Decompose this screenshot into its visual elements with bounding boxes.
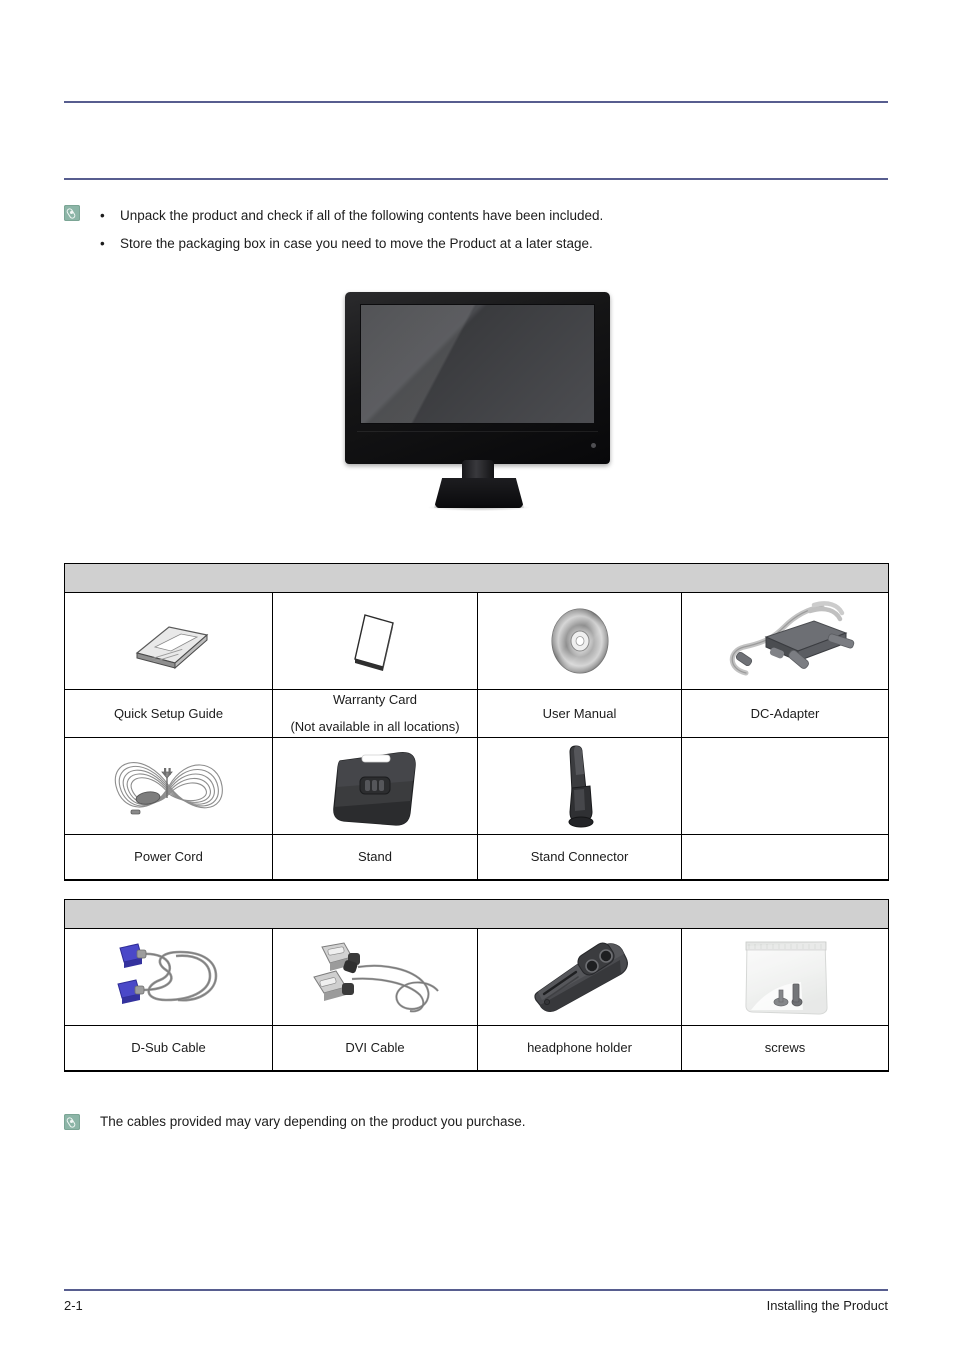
note-bullet-text: Store the packaging box in case you need…: [120, 236, 593, 251]
table-label-row: Quick Setup Guide Warranty Card (Not ava…: [64, 689, 889, 738]
monitor-chin-line: [357, 431, 598, 432]
table-row: [64, 928, 889, 1026]
label-text: D-Sub Cable: [131, 1040, 206, 1055]
monitor-screen: [360, 304, 595, 424]
label-quick-setup-guide: Quick Setup Guide: [64, 689, 273, 738]
label-text: Power Cord: [134, 849, 203, 864]
note-bullet-item: • Unpack the product and check if all of…: [100, 203, 888, 228]
cell-screws: [681, 928, 889, 1026]
label-empty: [681, 834, 889, 881]
header-rule-bottom: [64, 178, 888, 180]
cell-quick-setup-guide: [64, 592, 273, 690]
note-block-top: • Unpack the product and check if all of…: [64, 203, 888, 256]
header-rule-top: [64, 101, 888, 103]
cell-power-cord: [64, 737, 273, 835]
note-icon: [64, 1114, 80, 1130]
label-stand: Stand: [272, 834, 478, 881]
page-footer: 2-1 Installing the Product: [64, 1298, 888, 1313]
label-text: headphone holder: [527, 1040, 632, 1055]
table-header-bar: [64, 563, 889, 593]
table-label-row: D-Sub Cable DVI Cable headphone holder s…: [64, 1025, 889, 1072]
label-text: DC-Adapter: [750, 705, 820, 721]
power-cord-icon: [65, 738, 272, 834]
label-warranty-card: Warranty Card (Not available in all loca…: [272, 689, 478, 738]
stand-icon: [273, 738, 477, 834]
note-bullet-text: Unpack the product and check if all of t…: [120, 208, 604, 223]
cell-stand-connector: [477, 737, 682, 835]
table-header-row: [64, 563, 889, 593]
user-manual-cd-icon: [478, 593, 681, 689]
note-text: The cables provided may vary depending o…: [100, 1114, 526, 1129]
label-d-sub-cable: D-Sub Cable: [64, 1025, 273, 1072]
warranty-card-icon: [273, 593, 477, 689]
label-text: screws: [764, 1040, 806, 1055]
table-row: [64, 592, 889, 690]
bullet-mark: •: [100, 236, 105, 251]
cell-dc-adapter: [681, 592, 889, 690]
note-bullet-item: • Store the packaging box in case you ne…: [100, 231, 888, 256]
cell-warranty-card: [272, 592, 478, 690]
table-row: [64, 737, 889, 835]
quick-setup-guide-icon: [65, 593, 272, 689]
document-page: • Unpack the product and check if all of…: [0, 0, 954, 1350]
table-header-bar: [64, 899, 889, 929]
screws-bag-icon: [682, 929, 888, 1025]
monitor-bezel: [345, 292, 610, 464]
headphone-holder-icon: [478, 929, 681, 1025]
d-sub-cable-icon: [65, 929, 272, 1025]
cables-table: D-Sub Cable DVI Cable headphone holder s…: [64, 899, 889, 1072]
note-icon: [64, 205, 80, 221]
footer-rule: [64, 1289, 888, 1291]
footer-page-number: 2-1: [64, 1298, 83, 1313]
table-label-row: Power Cord Stand Stand Connector: [64, 834, 889, 881]
label-text: Warranty Card: [332, 692, 418, 707]
label-screws: screws: [681, 1025, 889, 1072]
dvi-cable-icon: [273, 929, 477, 1025]
cell-dvi-cable: [272, 928, 478, 1026]
cell-user-manual: [477, 592, 682, 690]
note-bullet-list: • Unpack the product and check if all of…: [100, 203, 888, 256]
cell-stand: [272, 737, 478, 835]
cell-empty: [681, 737, 889, 835]
label-stand-connector: Stand Connector: [477, 834, 682, 881]
empty-cell: [682, 738, 888, 834]
label-dc-adapter: DC-Adapter: [681, 689, 889, 738]
power-led-icon: [591, 443, 596, 448]
label-text: Quick Setup Guide: [113, 705, 224, 721]
note-block-bottom: The cables provided may vary depending o…: [64, 1112, 888, 1132]
label-text: DVI Cable: [345, 1040, 405, 1055]
label-headphone-holder: headphone holder: [477, 1025, 682, 1072]
monitor-base-shadow: [428, 504, 530, 511]
dc-adapter-icon: [682, 593, 888, 689]
label-text: Stand: [358, 849, 392, 864]
bullet-mark: •: [100, 208, 105, 223]
package-contents-table: Quick Setup Guide Warranty Card (Not ava…: [64, 563, 889, 881]
lcd-monitor-product-image: [340, 292, 620, 522]
cell-headphone-holder: [477, 928, 682, 1026]
label-user-manual: User Manual: [477, 689, 682, 738]
label-dvi-cable: DVI Cable: [272, 1025, 478, 1072]
table-header-row: [64, 899, 889, 929]
label-power-cord: Power Cord: [64, 834, 273, 881]
stand-connector-icon: [478, 738, 681, 834]
label-subtext: (Not available in all locations): [290, 719, 460, 734]
cell-d-sub-cable: [64, 928, 273, 1026]
footer-section-title: Installing the Product: [766, 1298, 888, 1313]
label-text: Stand Connector: [530, 849, 629, 864]
label-text: User Manual: [542, 705, 617, 721]
